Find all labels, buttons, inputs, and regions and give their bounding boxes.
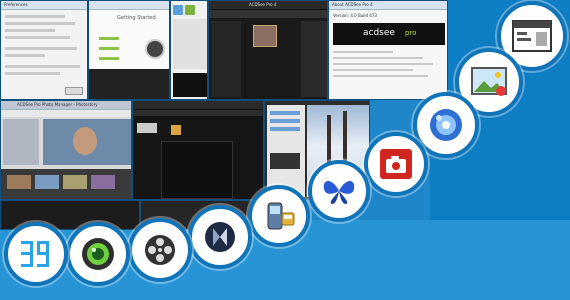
row: [5, 65, 80, 68]
window-title: About ACDSee Pro 4: [332, 2, 373, 7]
timeline-clip[interactable]: [7, 175, 31, 189]
list-item: [99, 37, 119, 40]
file-list: [173, 19, 207, 69]
screenshot-getting-started: Getting Started: [88, 0, 170, 100]
ok-button[interactable]: [65, 87, 83, 95]
timeline-clip[interactable]: [63, 175, 87, 189]
slider[interactable]: [270, 127, 300, 131]
screenshot-file-browser: [170, 0, 208, 100]
mobile-phone-icon[interactable]: [248, 185, 310, 247]
digital-display-icon[interactable]: [4, 222, 68, 286]
window-title: ACDSee Pro Photo Manager - Photostory: [17, 102, 98, 107]
row: [5, 54, 45, 57]
film-reel-icon[interactable]: [128, 218, 192, 282]
brand-logo: acdsee: [363, 28, 395, 38]
camera-lens-icon[interactable]: [66, 222, 130, 286]
info-line: [333, 75, 428, 77]
adjustments-panel: [267, 105, 305, 197]
thumbnail-selected[interactable]: [253, 25, 277, 47]
histogram: [270, 153, 300, 169]
film-reel-image: [145, 39, 165, 59]
preview-window: [43, 119, 131, 165]
window-titlebar: Preferences: [1, 1, 87, 10]
window-titlebar: ACDSee Pro 4: [209, 1, 327, 10]
dark-preview: [173, 73, 207, 97]
thumbnail: [185, 5, 195, 15]
timeline-clip[interactable]: [35, 175, 59, 189]
version-text: Version: 4.0 Build 473: [333, 13, 377, 18]
info-line: [333, 63, 433, 65]
toolbar: [209, 10, 327, 18]
screenshot-video-editor: ACDSee Pro Photo Manager - Photostory: [0, 100, 132, 200]
preview-subject: [73, 127, 97, 155]
window-titlebar: ACDSee Pro Photo Manager - Photostory: [1, 101, 131, 110]
window-titlebar: About ACDSee Pro 4: [329, 1, 447, 10]
folder-tree: [211, 21, 241, 97]
dialog-title: Getting Started: [117, 15, 156, 21]
list-item: [99, 47, 119, 50]
row: [5, 29, 55, 32]
screenshot-preferences: Preferences: [0, 0, 88, 100]
preview-strip: [89, 69, 169, 99]
timeline-clip[interactable]: [91, 175, 115, 189]
brand-banner: acdsee pro: [333, 23, 445, 45]
thumbnail: [173, 5, 183, 15]
screenshot-dark-manager: ACDSee Pro 4: [208, 0, 328, 100]
screenshot-about-dialog: About ACDSee Pro 4 Version: 4.0 Build 47…: [328, 0, 448, 100]
content-area: [161, 141, 233, 199]
window-titlebar: [89, 1, 169, 10]
list-item: [99, 57, 119, 60]
slider[interactable]: [270, 119, 300, 123]
info-line: [333, 69, 413, 71]
toolbar: [133, 110, 263, 116]
toolbar: [1, 110, 131, 117]
info-line: [333, 51, 393, 53]
window-titlebar: [133, 101, 263, 110]
folder-icon: [171, 125, 181, 135]
thumbnail: [137, 123, 157, 133]
row: [5, 22, 75, 25]
screenshot-dark-browser: [132, 100, 264, 200]
acrobat-icon[interactable]: [364, 132, 428, 196]
clip-library: [3, 119, 39, 165]
row: [5, 72, 60, 75]
info-line: [333, 57, 423, 59]
slider[interactable]: [270, 111, 300, 115]
row: [5, 15, 65, 18]
kodi-icon[interactable]: [188, 205, 252, 269]
brand-suffix: pro: [405, 29, 417, 37]
row: [5, 36, 70, 39]
window-title: Preferences: [4, 2, 28, 7]
timeline: [1, 169, 131, 199]
window-title: ACDSee Pro 4: [249, 2, 277, 7]
row: [5, 47, 77, 50]
butterfly-icon[interactable]: [308, 160, 370, 222]
properties-panel: [301, 21, 327, 97]
